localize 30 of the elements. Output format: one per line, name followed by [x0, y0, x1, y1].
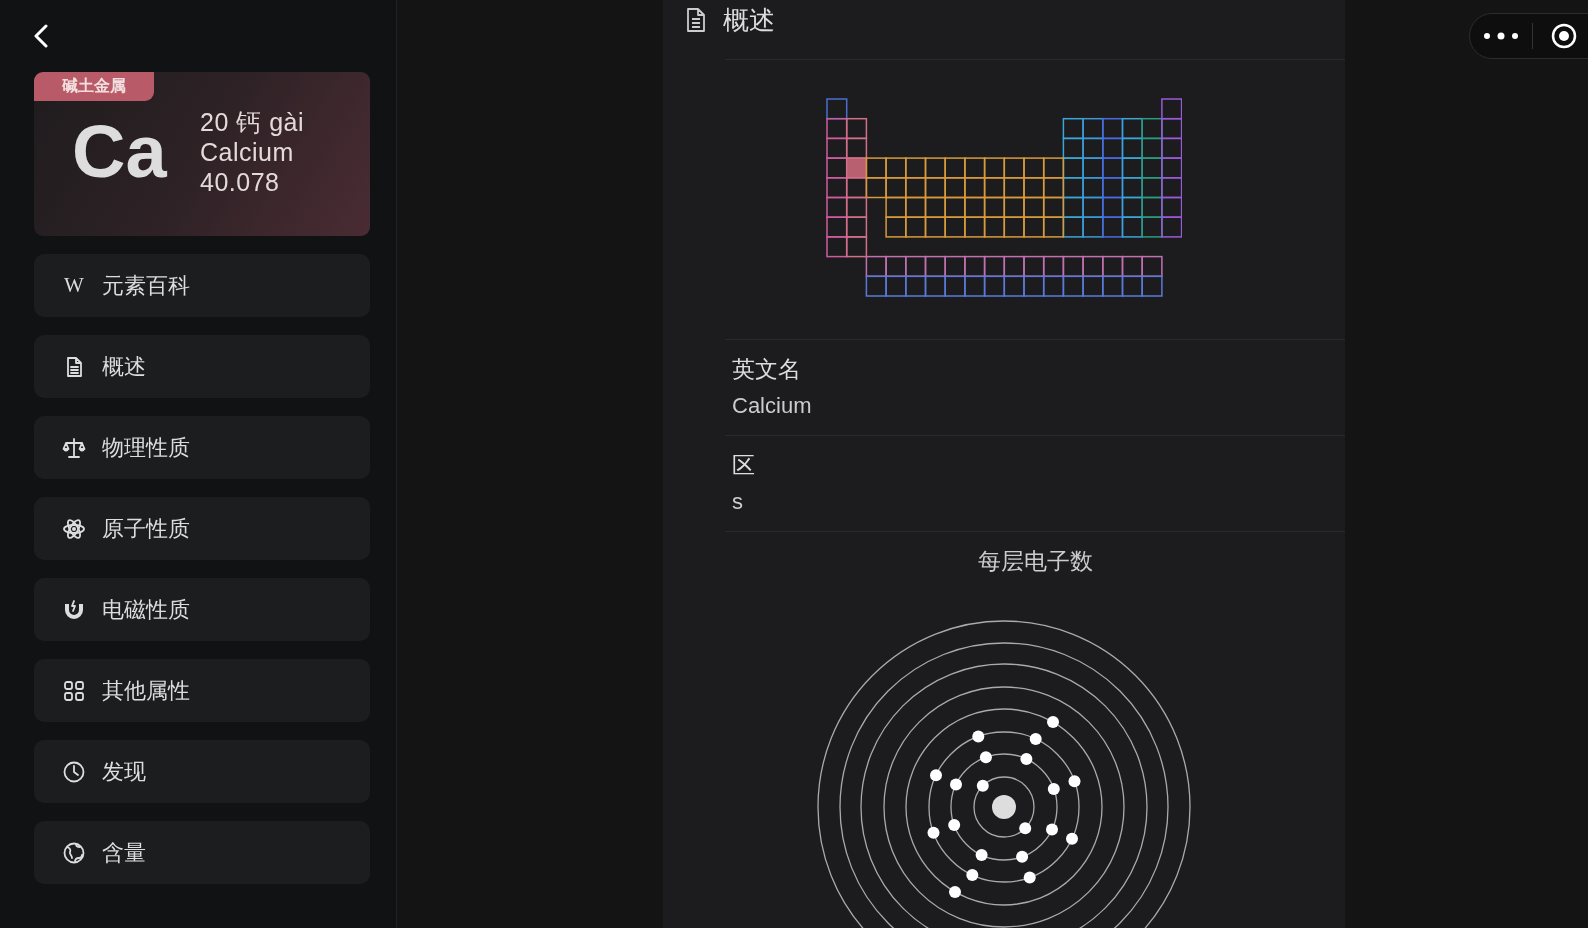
- sidebar-item[interactable]: 原子性质: [34, 497, 370, 560]
- sidebar-item[interactable]: 电磁性质: [34, 578, 370, 641]
- w-letter-icon: W: [62, 273, 86, 298]
- sidebar-item[interactable]: 含量: [34, 821, 370, 884]
- field-label: 区: [732, 451, 756, 480]
- sidebar-item[interactable]: 物理性质: [34, 416, 370, 479]
- category-badge: 碱土金属: [34, 72, 154, 101]
- target-icon: [1551, 23, 1577, 49]
- element-number-name: 20 钙 gài: [200, 107, 305, 137]
- atom-icon: [62, 516, 86, 541]
- element-symbol: Ca: [72, 115, 168, 189]
- scale-icon: [62, 435, 86, 460]
- globe-icon: [62, 840, 86, 865]
- sidebar-item[interactable]: 其他属性: [34, 659, 370, 722]
- grid-icon: [62, 678, 86, 703]
- element-english-name: Calcium: [200, 137, 295, 167]
- atomic-mass: 40.078: [200, 167, 281, 197]
- sidebar-item[interactable]: W 元素百科: [34, 254, 370, 317]
- field-value: Calcium: [732, 393, 813, 419]
- more-icon: [1483, 31, 1519, 41]
- field-value: s: [732, 489, 744, 515]
- field-label: 英文名: [732, 355, 802, 384]
- diagram-title: 每层电子数: [725, 531, 1345, 577]
- sidebar-item[interactable]: 概述: [34, 335, 370, 398]
- document-icon: [685, 7, 707, 33]
- sidebar-item[interactable]: 发现: [34, 740, 370, 803]
- section-title: 概述: [723, 3, 775, 37]
- clock-icon: [62, 759, 86, 784]
- magnet-icon: [62, 597, 86, 622]
- back-icon: [34, 24, 48, 48]
